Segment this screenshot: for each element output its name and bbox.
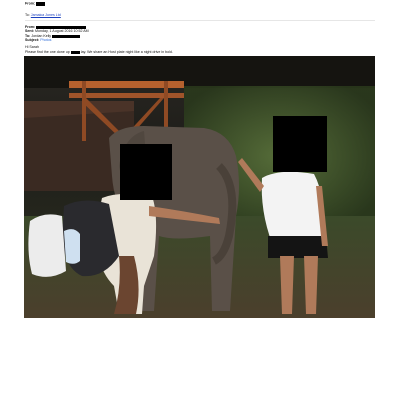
redacted-face-left — [120, 144, 172, 200]
water-bottle — [64, 229, 80, 264]
subject-row: Subject: Photos — [25, 39, 89, 44]
to-label: To: — [25, 13, 30, 17]
redacted-body — [70, 50, 80, 55]
photo-illustration — [24, 56, 375, 318]
body-end: lay. We share an Host plate night like a… — [80, 49, 173, 54]
subject-value: Photos — [40, 38, 52, 43]
subject-label: Subject: — [25, 38, 40, 43]
attached-photo — [24, 56, 375, 318]
forwarded-header: From: Sent: Monday, 1 August 2016 10:52 … — [25, 25, 89, 43]
body-line: Please find the one done up lay. We shar… — [25, 49, 173, 55]
recipient-link[interactable]: Jamaica Jones Ltd — [31, 13, 61, 17]
redacted-to — [52, 34, 81, 39]
body-start: Please find the one done up — [25, 49, 70, 54]
redacted-sender — [36, 2, 46, 6]
from-line: From: — [25, 1, 46, 6]
message-body: Hi Sarah Please find the one done up lay… — [25, 46, 173, 55]
from-label: From: — [25, 1, 36, 6]
header-divider — [25, 20, 375, 21]
white-bag — [28, 214, 66, 277]
to-line: To: Jamaica Jones Ltd — [25, 13, 61, 18]
redacted-face-right — [273, 116, 327, 172]
